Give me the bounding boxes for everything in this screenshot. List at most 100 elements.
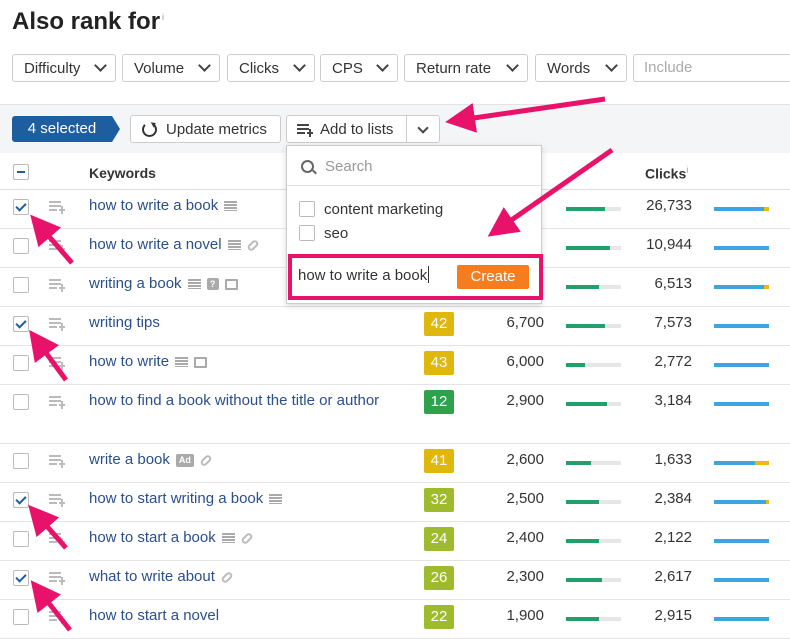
row-checkbox[interactable] <box>13 492 29 508</box>
keyword-link[interactable]: writing tips <box>89 314 160 331</box>
traffic-bar <box>566 207 621 211</box>
keyword-link[interactable]: how to start a book <box>89 529 254 546</box>
keyword-link[interactable]: how to find a book without the title or … <box>89 392 379 409</box>
keyword-link[interactable]: how to start a novel <box>89 607 219 624</box>
add-to-lists-dropdown-toggle[interactable] <box>406 115 440 143</box>
list-option-content-marketing[interactable]: content marketing <box>299 201 443 218</box>
include-input[interactable]: Include <box>633 54 790 82</box>
clicks-value: 26,733 <box>646 197 692 214</box>
serp-features-icon <box>269 494 283 505</box>
row-checkbox[interactable] <box>13 277 29 293</box>
keyword-link[interactable]: what to write about <box>89 568 234 585</box>
clicks-value: 3,184 <box>654 392 692 409</box>
traffic-bar <box>566 617 621 621</box>
add-to-list-icon[interactable] <box>49 395 66 409</box>
link-icon <box>245 238 260 252</box>
keyword-difficulty-badge: 41 <box>424 449 454 473</box>
keyword-difficulty-badge: 12 <box>424 390 454 414</box>
table-row: how to find a book without the title or … <box>0 384 790 444</box>
column-keywords[interactable]: Keywords <box>89 165 156 181</box>
traffic-bar <box>566 578 621 582</box>
serp-features-icon <box>224 201 238 212</box>
chevron-down-icon <box>506 59 519 72</box>
serp-features-icon <box>187 279 201 290</box>
clicks-bar <box>714 461 769 465</box>
clicks-bar <box>714 500 769 504</box>
filter-words[interactable]: Words <box>535 54 627 82</box>
clicks-bar <box>714 207 769 211</box>
add-to-list-icon[interactable] <box>49 239 66 253</box>
clicks-value: 2,122 <box>654 529 692 546</box>
row-checkbox[interactable] <box>13 316 29 332</box>
keyword-difficulty-badge: 26 <box>424 566 454 590</box>
list-add-icon <box>297 123 313 137</box>
filter-cps[interactable]: CPS <box>320 54 398 82</box>
list-checkbox[interactable] <box>299 201 315 217</box>
add-to-list-icon[interactable] <box>49 356 66 370</box>
chevron-down-icon <box>376 59 389 72</box>
keyword-link[interactable]: how to write a novel <box>89 236 260 253</box>
add-to-list-icon[interactable] <box>49 278 66 292</box>
list-checkbox[interactable] <box>299 225 315 241</box>
row-checkbox[interactable] <box>13 609 29 625</box>
add-to-list-icon[interactable] <box>49 610 66 624</box>
add-to-list-icon[interactable] <box>49 571 66 585</box>
add-to-list-icon[interactable] <box>49 532 66 546</box>
keyword-difficulty-badge: 43 <box>424 351 454 375</box>
table-row: how to start a novel 22 1,900 2,915 <box>0 599 790 639</box>
table-row: writing tips 42 6,700 7,573 <box>0 306 790 346</box>
clicks-bar <box>714 285 769 289</box>
filter-difficulty[interactable]: Difficulty <box>12 54 116 82</box>
column-clicks[interactable]: Clicksi <box>645 165 688 182</box>
filter-clicks[interactable]: Clicks <box>227 54 315 82</box>
new-list-input[interactable]: how to write a book <box>298 266 430 284</box>
keyword-link[interactable]: how to write a book <box>89 197 238 214</box>
search-volume: 6,000 <box>506 353 544 370</box>
add-to-list-icon[interactable] <box>49 200 66 214</box>
add-to-lists-button[interactable]: Add to lists <box>286 115 407 143</box>
add-to-list-icon[interactable] <box>49 493 66 507</box>
traffic-bar <box>566 539 621 543</box>
row-checkbox[interactable] <box>13 394 29 410</box>
table-row: write a book Ad 41 2,600 1,633 <box>0 443 790 483</box>
link-icon <box>240 531 254 545</box>
row-checkbox[interactable] <box>13 531 29 547</box>
keyword-link[interactable]: write a book Ad <box>89 451 213 468</box>
search-volume: 2,900 <box>506 392 544 409</box>
add-to-list-icon[interactable] <box>49 317 66 331</box>
clicks-bar <box>714 363 769 367</box>
clicks-value: 2,617 <box>654 568 692 585</box>
keyword-link[interactable]: how to write <box>89 353 208 370</box>
chevron-down-icon <box>293 59 306 72</box>
row-checkbox[interactable] <box>13 453 29 469</box>
traffic-bar <box>566 500 621 504</box>
keyword-link[interactable]: how to start writing a book <box>89 490 283 507</box>
link-icon <box>199 453 213 467</box>
traffic-bar <box>566 461 621 465</box>
row-checkbox[interactable] <box>13 199 29 215</box>
traffic-bar <box>566 324 621 328</box>
refresh-icon <box>142 121 157 137</box>
clicks-bar <box>714 402 769 406</box>
update-metrics-button[interactable]: Update metrics <box>130 115 281 143</box>
row-checkbox[interactable] <box>13 570 29 586</box>
keyword-link[interactable]: writing a book? <box>89 275 238 292</box>
filter-volume[interactable]: Volume <box>122 54 220 82</box>
info-icon: i <box>686 165 689 175</box>
filter-return-rate[interactable]: Return rate <box>404 54 528 82</box>
selected-count-badge[interactable]: 4 selected <box>12 116 120 142</box>
clicks-bar <box>714 246 769 250</box>
list-search[interactable]: Search <box>287 146 541 186</box>
add-to-list-icon[interactable] <box>49 454 66 468</box>
row-checkbox[interactable] <box>13 238 29 254</box>
traffic-bar <box>566 285 621 289</box>
keyword-difficulty-badge: 42 <box>424 312 454 336</box>
link-icon <box>220 570 234 584</box>
new-list-highlight: how to write a book Create <box>288 254 543 300</box>
table-row: how to start writing a book 32 2,500 2,384 <box>0 482 790 522</box>
row-checkbox[interactable] <box>13 355 29 371</box>
list-option-seo[interactable]: seo <box>299 225 348 242</box>
create-list-button[interactable]: Create <box>457 265 529 289</box>
select-all-checkbox[interactable] <box>13 164 29 180</box>
serp-features-icon <box>227 240 241 251</box>
